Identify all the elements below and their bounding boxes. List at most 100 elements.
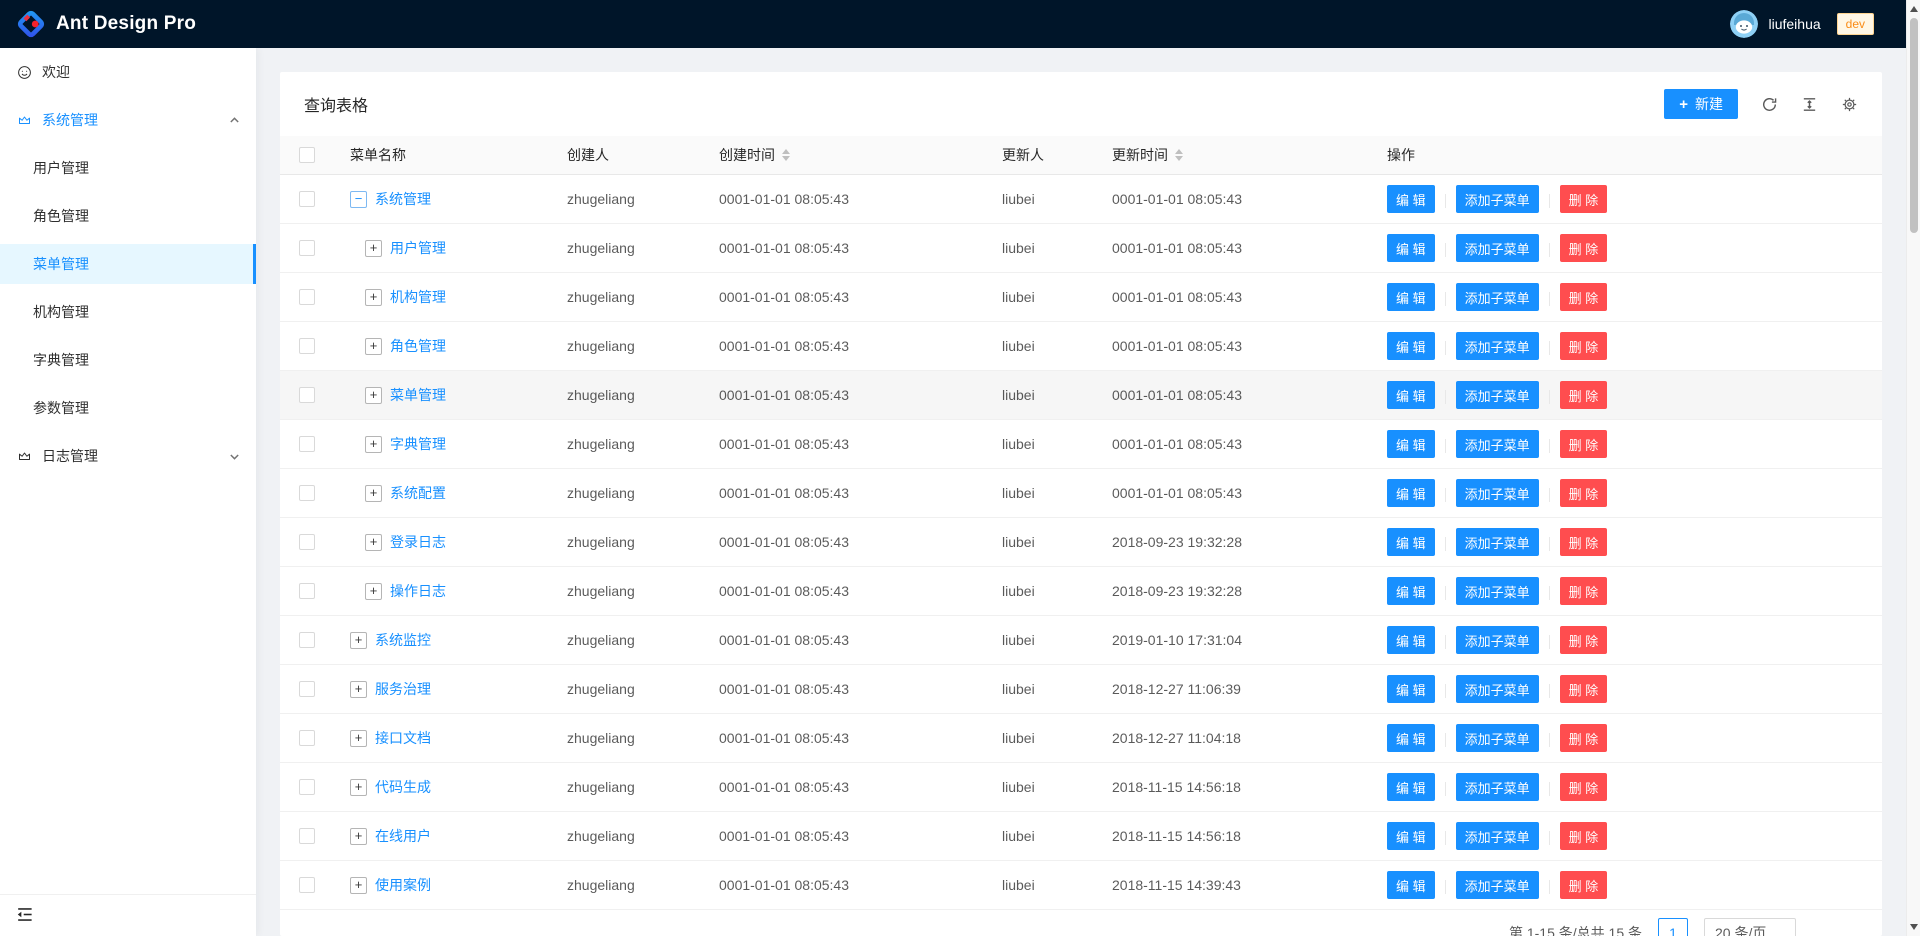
add-submenu-button[interactable]: 添加子菜单	[1456, 822, 1539, 850]
delete-button[interactable]: 删 除	[1560, 479, 1608, 507]
expand-row-icon[interactable]: +	[350, 779, 367, 796]
sidebar-item[interactable]: 用户管理	[0, 148, 256, 188]
menu-name-link[interactable]: 在线用户	[375, 826, 431, 846]
edit-button[interactable]: 编 辑	[1387, 577, 1435, 605]
new-button[interactable]: + 新建	[1664, 89, 1738, 119]
row-checkbox[interactable]	[299, 240, 315, 256]
sidebar-item[interactable]: 角色管理	[0, 196, 256, 236]
add-submenu-button[interactable]: 添加子菜单	[1456, 185, 1539, 213]
expand-row-icon[interactable]: +	[365, 534, 382, 551]
delete-button[interactable]: 删 除	[1560, 381, 1608, 409]
row-checkbox[interactable]	[299, 779, 315, 795]
delete-button[interactable]: 删 除	[1560, 724, 1608, 752]
menu-name-link[interactable]: 使用案例	[375, 875, 431, 895]
scroll-up-arrow-icon[interactable]	[1907, 2, 1920, 16]
edit-button[interactable]: 编 辑	[1387, 675, 1435, 703]
reload-icon[interactable]	[1761, 96, 1778, 113]
expand-row-icon[interactable]: +	[365, 289, 382, 306]
menu-name-link[interactable]: 用户管理	[390, 238, 446, 258]
expand-row-icon[interactable]: +	[365, 338, 382, 355]
pagination-page-1[interactable]: 1	[1658, 918, 1688, 936]
delete-button[interactable]: 删 除	[1560, 283, 1608, 311]
add-submenu-button[interactable]: 添加子菜单	[1456, 577, 1539, 605]
username[interactable]: liufeihua	[1768, 16, 1820, 32]
edit-button[interactable]: 编 辑	[1387, 871, 1435, 899]
expand-row-icon[interactable]: +	[350, 828, 367, 845]
menu-name-link[interactable]: 操作日志	[390, 581, 446, 601]
menu-name-link[interactable]: 系统管理	[375, 189, 431, 209]
row-checkbox[interactable]	[299, 436, 315, 452]
page-size-select[interactable]: 20 条/页	[1704, 918, 1796, 936]
delete-button[interactable]: 删 除	[1560, 822, 1608, 850]
vertical-scrollbar[interactable]	[1906, 0, 1920, 936]
sidebar-item[interactable]: 系统管理	[0, 100, 256, 140]
menu-name-link[interactable]: 系统配置	[390, 483, 446, 503]
column-header-create-time[interactable]: 创建时间	[703, 145, 986, 165]
expand-row-icon[interactable]: +	[350, 681, 367, 698]
edit-button[interactable]: 编 辑	[1387, 381, 1435, 409]
delete-button[interactable]: 删 除	[1560, 332, 1608, 360]
sidebar-item[interactable]: 字典管理	[0, 340, 256, 380]
row-checkbox[interactable]	[299, 877, 315, 893]
row-checkbox[interactable]	[299, 534, 315, 550]
row-checkbox[interactable]	[299, 730, 315, 746]
add-submenu-button[interactable]: 添加子菜单	[1456, 332, 1539, 360]
collapse-row-icon[interactable]: −	[350, 191, 367, 208]
add-submenu-button[interactable]: 添加子菜单	[1456, 283, 1539, 311]
delete-button[interactable]: 删 除	[1560, 430, 1608, 458]
column-header-update-time[interactable]: 更新时间	[1096, 145, 1371, 165]
edit-button[interactable]: 编 辑	[1387, 528, 1435, 556]
expand-row-icon[interactable]: +	[350, 632, 367, 649]
menu-name-link[interactable]: 接口文档	[375, 728, 431, 748]
menu-name-link[interactable]: 机构管理	[390, 287, 446, 307]
row-checkbox[interactable]	[299, 191, 315, 207]
scrollbar-thumb[interactable]	[1910, 18, 1918, 233]
delete-button[interactable]: 删 除	[1560, 577, 1608, 605]
delete-button[interactable]: 删 除	[1560, 773, 1608, 801]
add-submenu-button[interactable]: 添加子菜单	[1456, 724, 1539, 752]
menu-name-link[interactable]: 字典管理	[390, 434, 446, 454]
edit-button[interactable]: 编 辑	[1387, 283, 1435, 311]
expand-row-icon[interactable]: +	[365, 240, 382, 257]
row-checkbox[interactable]	[299, 583, 315, 599]
add-submenu-button[interactable]: 添加子菜单	[1456, 528, 1539, 556]
expand-row-icon[interactable]: +	[365, 387, 382, 404]
density-icon[interactable]	[1801, 96, 1818, 113]
row-checkbox[interactable]	[299, 681, 315, 697]
menu-name-link[interactable]: 菜单管理	[390, 385, 446, 405]
expand-row-icon[interactable]: +	[350, 730, 367, 747]
settings-icon[interactable]	[1841, 96, 1858, 113]
row-checkbox[interactable]	[299, 338, 315, 354]
delete-button[interactable]: 删 除	[1560, 871, 1608, 899]
add-submenu-button[interactable]: 添加子菜单	[1456, 479, 1539, 507]
sidebar-item[interactable]: 日志管理	[0, 436, 256, 476]
delete-button[interactable]: 删 除	[1560, 626, 1608, 654]
edit-button[interactable]: 编 辑	[1387, 822, 1435, 850]
add-submenu-button[interactable]: 添加子菜单	[1456, 430, 1539, 458]
add-submenu-button[interactable]: 添加子菜单	[1456, 773, 1539, 801]
edit-button[interactable]: 编 辑	[1387, 479, 1435, 507]
sidebar-item[interactable]: 机构管理	[0, 292, 256, 332]
expand-row-icon[interactable]: +	[365, 436, 382, 453]
menu-name-link[interactable]: 系统监控	[375, 630, 431, 650]
add-submenu-button[interactable]: 添加子菜单	[1456, 234, 1539, 262]
delete-button[interactable]: 删 除	[1560, 234, 1608, 262]
menu-name-link[interactable]: 角色管理	[390, 336, 446, 356]
row-checkbox[interactable]	[299, 485, 315, 501]
menu-name-link[interactable]: 代码生成	[375, 777, 431, 797]
menu-name-link[interactable]: 服务治理	[375, 679, 431, 699]
delete-button[interactable]: 删 除	[1560, 185, 1608, 213]
add-submenu-button[interactable]: 添加子菜单	[1456, 381, 1539, 409]
edit-button[interactable]: 编 辑	[1387, 430, 1435, 458]
delete-button[interactable]: 删 除	[1560, 675, 1608, 703]
expand-row-icon[interactable]: +	[350, 877, 367, 894]
add-submenu-button[interactable]: 添加子菜单	[1456, 675, 1539, 703]
menu-name-link[interactable]: 登录日志	[390, 532, 446, 552]
select-all-checkbox[interactable]	[299, 147, 315, 163]
edit-button[interactable]: 编 辑	[1387, 332, 1435, 360]
add-submenu-button[interactable]: 添加子菜单	[1456, 871, 1539, 899]
edit-button[interactable]: 编 辑	[1387, 234, 1435, 262]
delete-button[interactable]: 删 除	[1560, 528, 1608, 556]
row-checkbox[interactable]	[299, 632, 315, 648]
row-checkbox[interactable]	[299, 387, 315, 403]
